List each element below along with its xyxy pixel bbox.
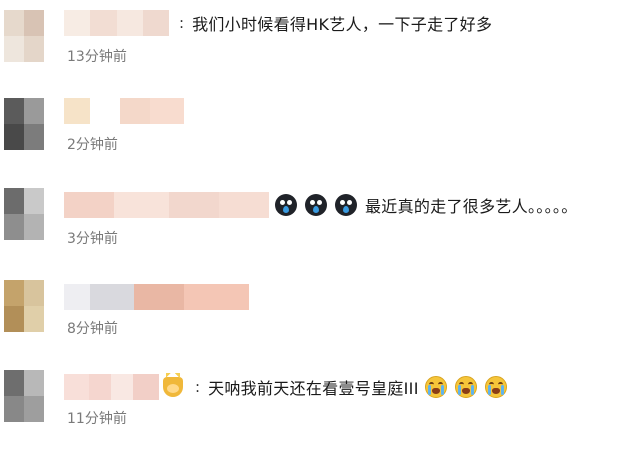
username[interactable] (64, 192, 269, 218)
dark-cry-icon (335, 194, 357, 216)
crown-emoji-icon (163, 373, 183, 397)
comment-time: 2分钟前 (67, 137, 118, 153)
colon: : (195, 378, 201, 396)
avatar[interactable] (4, 188, 44, 240)
comment-text: 天呐我前天还在看壹号皇庭III (208, 379, 419, 398)
username[interactable] (64, 374, 159, 400)
colon: : (179, 14, 185, 32)
username[interactable] (64, 98, 184, 124)
crying-face-icon (424, 376, 447, 398)
comment-item: 最近真的走了很多艺人。。。。。 3分钟前 (0, 182, 640, 272)
username[interactable] (64, 10, 169, 36)
comment-item: : 我们小时候看得HK艺人，一下子走了好多 13分钟前 (0, 4, 640, 94)
comment-item: 8分钟前 (0, 272, 640, 362)
comment-time: 11分钟前 (67, 411, 127, 427)
avatar[interactable] (4, 10, 44, 62)
comment-item: : 天呐我前天还在看壹号皇庭III 11分钟前 (0, 362, 640, 452)
comment-time: 3分钟前 (67, 231, 118, 247)
username[interactable] (64, 284, 249, 310)
comment-text: 最近真的走了很多艺人。。。。。 (365, 197, 578, 216)
comment-text: 我们小时候看得HK艺人，一下子走了好多 (192, 15, 493, 34)
crying-face-icon (484, 376, 507, 398)
avatar[interactable] (4, 98, 44, 150)
crying-face-icon (454, 376, 477, 398)
comment-time: 13分钟前 (67, 49, 127, 65)
dark-cry-icon (305, 194, 327, 216)
avatar[interactable] (4, 370, 44, 422)
comment-time: 8分钟前 (67, 321, 118, 337)
avatar[interactable] (4, 280, 44, 332)
comment-item: 2分钟前 (0, 92, 640, 182)
dark-cry-icon (275, 194, 297, 216)
